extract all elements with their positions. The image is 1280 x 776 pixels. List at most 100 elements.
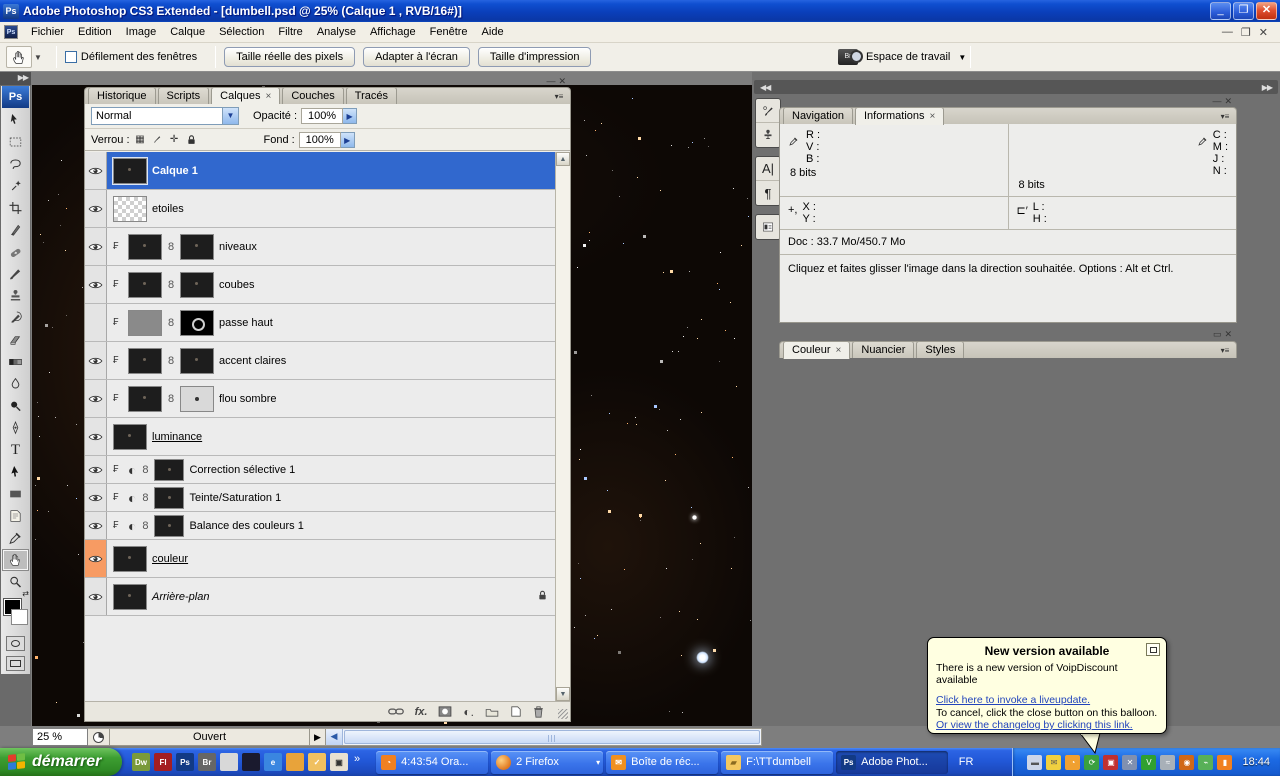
- marquee-tool[interactable]: [2, 131, 29, 153]
- layer-thumbnail[interactable]: [113, 423, 147, 450]
- palette-menu-icon[interactable]: ▾≡: [551, 91, 567, 102]
- language-indicator[interactable]: FR: [951, 751, 981, 774]
- layer-name[interactable]: flou sombre: [219, 393, 276, 405]
- layer-name[interactable]: Teinte/Saturation 1: [189, 492, 281, 504]
- photoshop-icon[interactable]: Ps: [176, 753, 194, 771]
- brush-tool[interactable]: [2, 263, 29, 285]
- balloon-close-button[interactable]: [1146, 643, 1160, 656]
- info-palette-menu-icon[interactable]: ▾≡: [1217, 111, 1233, 122]
- move-tool[interactable]: [2, 109, 29, 131]
- start-button[interactable]: démarrer: [0, 748, 122, 776]
- layer-name[interactable]: couleur: [152, 553, 188, 565]
- slice-tool[interactable]: [2, 219, 29, 241]
- tab-calques[interactable]: Calques ×: [211, 87, 281, 105]
- task-button[interactable]: ▰ F:\TTdumbell: [721, 750, 834, 774]
- layer-mask-thumbnail[interactable]: [180, 271, 214, 298]
- layer-row[interactable]: luminance: [85, 418, 570, 456]
- mail-tray-icon[interactable]: ✉: [1046, 754, 1062, 770]
- fill-value[interactable]: 100%: [298, 131, 341, 148]
- type-tool[interactable]: T: [2, 439, 29, 461]
- layer-visibility-toggle[interactable]: [85, 540, 107, 577]
- restore-button[interactable]: ❐: [1233, 2, 1254, 20]
- tab-couches[interactable]: Couches: [282, 87, 344, 104]
- doc-restore-button[interactable]: ❐: [1241, 26, 1251, 39]
- shape-tool[interactable]: [2, 483, 29, 505]
- menu-item-sélection[interactable]: Sélection: [212, 23, 271, 41]
- paragraph-panel-icon[interactable]: ¶: [756, 181, 780, 205]
- clock-tray-icon[interactable]: ◔: [1065, 754, 1081, 770]
- swap-colors-icon[interactable]: ⇄: [22, 589, 29, 598]
- layer-visibility-toggle[interactable]: [85, 578, 107, 615]
- palette-minimize-icon[interactable]: —: [546, 76, 558, 86]
- eraser-tool[interactable]: [2, 329, 29, 351]
- layer-thumbnail[interactable]: [128, 347, 162, 374]
- layer-mask-thumbnail[interactable]: [154, 458, 185, 481]
- layer-row[interactable]: ₣ 8 passe haut: [85, 304, 570, 342]
- image-viewer-icon[interactable]: ▣: [330, 753, 348, 771]
- layer-row[interactable]: ₣ ◐ 8 Teinte/Saturation 1: [85, 484, 570, 512]
- layer-thumbnail[interactable]: [128, 271, 162, 298]
- lock-all-icon[interactable]: [185, 133, 198, 146]
- menu-item-calque[interactable]: Calque: [163, 23, 212, 41]
- tab-nuancier[interactable]: Nuancier: [852, 341, 915, 358]
- color-collapse-icon[interactable]: ▭: [1213, 329, 1225, 339]
- clone-source-icon[interactable]: [756, 123, 780, 147]
- lasso-tool[interactable]: [2, 153, 29, 175]
- lock-position-icon[interactable]: ✛: [168, 133, 181, 146]
- layer-thumbnail[interactable]: [128, 233, 162, 260]
- fill-slider-icon[interactable]: ▶: [340, 131, 355, 148]
- scroll-thumb[interactable]: [344, 730, 760, 744]
- resize-grip[interactable]: [558, 709, 568, 719]
- layer-row[interactable]: ₣ 8 niveaux: [85, 228, 570, 266]
- fit-screen-button[interactable]: Adapter à l'écran: [363, 47, 470, 67]
- toolbox-collapse-icon[interactable]: ▶▶: [0, 72, 31, 85]
- menu-item-fenêtre[interactable]: Fenêtre: [423, 23, 475, 41]
- close-tab-icon[interactable]: ×: [930, 111, 936, 122]
- new-group-icon[interactable]: [485, 707, 499, 717]
- layer-visibility-toggle[interactable]: [85, 190, 107, 227]
- close-tab-icon[interactable]: ×: [266, 91, 272, 102]
- horizontal-scrollbar[interactable]: ◀: [326, 728, 762, 746]
- layer-visibility-toggle[interactable]: [85, 418, 107, 455]
- task-button[interactable]: Ps Adobe Phot...: [836, 750, 949, 774]
- actual-pixels-button[interactable]: Taille réelle des pixels: [224, 47, 356, 67]
- tab-couleur[interactable]: Couleur ×: [783, 341, 851, 359]
- magic-wand-tool[interactable]: [2, 175, 29, 197]
- layer-name[interactable]: luminance: [152, 431, 202, 443]
- blur-tool[interactable]: [2, 373, 29, 395]
- print-size-button[interactable]: Taille d'impression: [477, 47, 592, 67]
- layer-name[interactable]: passe haut: [219, 317, 273, 329]
- layer-thumbnail[interactable]: [128, 385, 162, 412]
- organizer-icon[interactable]: ✓: [308, 753, 326, 771]
- layer-mask-thumbnail[interactable]: [180, 309, 214, 336]
- layer-name[interactable]: Balance des couleurs 1: [189, 520, 303, 532]
- menu-item-fichier[interactable]: Fichier: [24, 23, 71, 41]
- layer-row[interactable]: ₣ 8 coubes: [85, 266, 570, 304]
- eyedropper-tool[interactable]: [2, 527, 29, 549]
- lock-pixels-icon[interactable]: [151, 133, 164, 146]
- layers-scrollbar[interactable]: ▲ ▼: [555, 152, 570, 701]
- zoom-level-field[interactable]: 25 %: [32, 728, 88, 746]
- layer-thumbnail[interactable]: [113, 195, 147, 222]
- version-cue-icon[interactable]: [88, 728, 110, 746]
- terminal-icon[interactable]: [242, 753, 260, 771]
- brush-presets-icon[interactable]: [756, 99, 780, 123]
- layer-visibility-toggle[interactable]: [85, 304, 107, 341]
- close-tab-icon[interactable]: ×: [836, 345, 842, 356]
- crop-tool[interactable]: [2, 197, 29, 219]
- hand-tool-preset[interactable]: [6, 46, 32, 68]
- color-palette-menu-icon[interactable]: ▾≡: [1217, 345, 1233, 356]
- usb-device-icon[interactable]: ⌁: [1198, 754, 1214, 770]
- screen-mode-button[interactable]: [6, 656, 25, 671]
- balloon-changelog-link[interactable]: Or view the changelog by clicking this l…: [936, 719, 1158, 731]
- layer-mask-thumbnail[interactable]: [154, 514, 185, 537]
- layer-visibility-toggle[interactable]: [85, 228, 107, 265]
- bridge-icon[interactable]: Br: [198, 753, 216, 771]
- scroll-down-icon[interactable]: ▼: [556, 687, 570, 701]
- palette-close-icon[interactable]: ✕: [558, 76, 569, 86]
- lock-transparency-icon[interactable]: ▦: [134, 133, 147, 146]
- battery-icon[interactable]: ▮: [1217, 754, 1233, 770]
- tool-preset-dropdown-icon[interactable]: ▼: [34, 53, 42, 62]
- tab-scripts[interactable]: Scripts: [157, 87, 210, 104]
- volume-icon[interactable]: ◉: [1179, 754, 1195, 770]
